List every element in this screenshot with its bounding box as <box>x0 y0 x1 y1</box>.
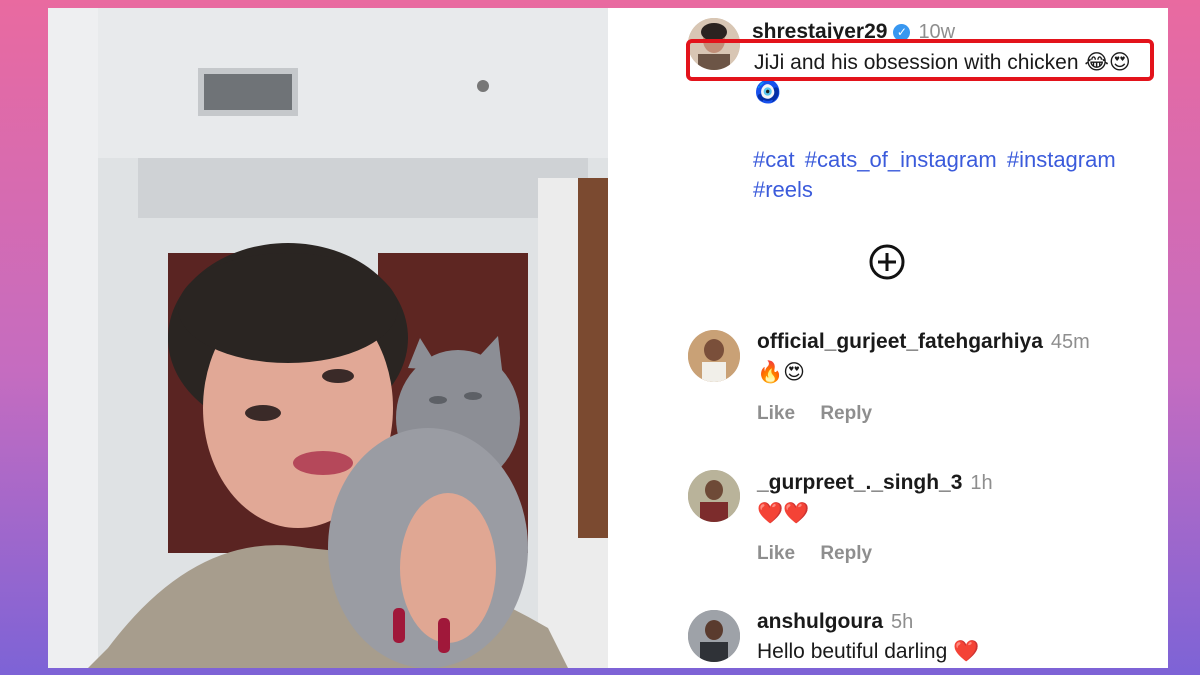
hashtag-link[interactable]: #cat <box>753 147 795 172</box>
hashtag-link[interactable]: #reels <box>753 177 813 202</box>
avatar-illustration <box>688 470 740 522</box>
hashtag-link[interactable]: #cats_of_instagram <box>805 147 997 172</box>
post-photo <box>48 8 608 668</box>
comment-actions: Like Reply <box>757 403 892 425</box>
comment-timestamp: 45m <box>1050 331 1090 353</box>
screenshot-frame: shrestaiyer29 ✓ 10w JiJi and his obsession… <box>48 8 1168 668</box>
comment-text: 🔥😍 <box>757 360 806 384</box>
photo-illustration <box>48 8 608 668</box>
comments-panel: shrestaiyer29 ✓ 10w JiJi and his obsession… <box>608 8 1168 668</box>
comment-text: Hello beutiful darling ❤️ <box>757 640 980 663</box>
nazar-amulet-icon: 🧿 <box>754 80 782 105</box>
comment-timestamp: 5h <box>891 611 914 633</box>
avatar-illustration <box>688 610 740 662</box>
caption-highlight-box <box>686 39 1154 81</box>
comment-timestamp: 1h <box>970 472 993 494</box>
avatar-illustration <box>688 330 740 382</box>
plus-circle-icon[interactable] <box>868 243 906 281</box>
comment-actions: Like Reply <box>757 543 892 565</box>
comment-username[interactable]: anshulgoura <box>757 610 883 633</box>
reply-button[interactable]: Reply <box>820 543 872 564</box>
comment-username[interactable]: _gurpreet_._singh_3 <box>757 471 962 494</box>
comment-username[interactable]: official_gurjeet_fatehgarhiya <box>757 330 1043 353</box>
like-button[interactable]: Like <box>757 543 795 564</box>
comment-header: _gurpreet_._singh_3 1h <box>757 471 993 495</box>
reply-button[interactable]: Reply <box>820 403 872 424</box>
like-button[interactable]: Like <box>757 403 795 424</box>
comment-avatar[interactable] <box>688 610 740 662</box>
hashtag-list: #cat #cats_of_instagram #instagram #reel… <box>753 145 1168 205</box>
comment-text: ❤️❤️ <box>757 501 810 525</box>
comment-header: anshulgoura 5h <box>757 610 913 634</box>
comment-avatar[interactable] <box>688 330 740 382</box>
hashtag-link[interactable]: #instagram <box>1007 147 1116 172</box>
comment-avatar[interactable] <box>688 470 740 522</box>
comment-header: official_gurjeet_fatehgarhiya 45m <box>757 330 1090 354</box>
